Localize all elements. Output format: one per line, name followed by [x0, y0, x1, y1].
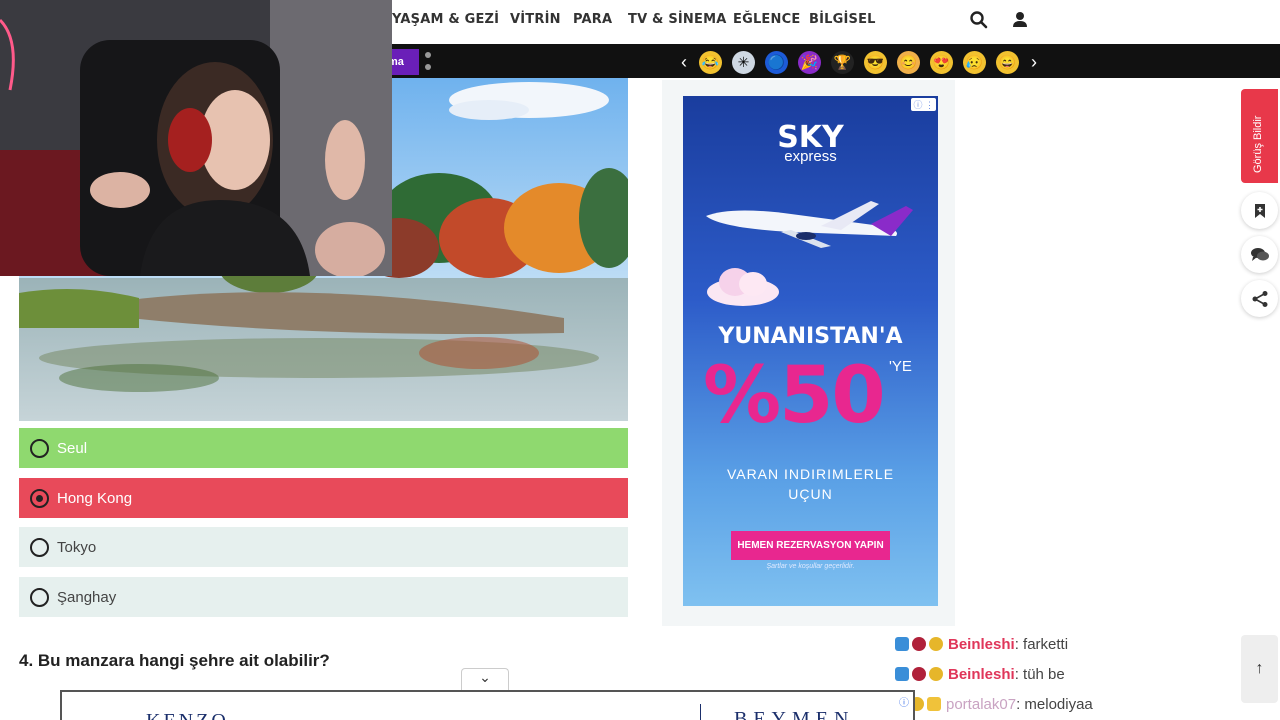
answer-option[interactable]: Tokyo [19, 527, 628, 567]
ad-terms: Şartlar ve koşullar geçerlidir. [766, 563, 855, 570]
feedback-label: Görüş Bildir [1252, 115, 1264, 173]
chat-badge-icon [929, 667, 943, 681]
ad-headline: YUNANISTAN'A [718, 324, 903, 349]
reaction-icon[interactable]: 😎 [864, 50, 887, 74]
answer-option[interactable]: Seul [19, 428, 628, 468]
chat-message: portalak07 : melodiyaa [910, 694, 1093, 714]
airplane-icon [706, 201, 913, 248]
ad-suffix: 'YE [889, 358, 912, 375]
bookmark-button[interactable] [1241, 192, 1278, 229]
answer-label: Tokyo [57, 538, 97, 556]
feedback-button[interactable]: Görüş Bildir [1241, 89, 1278, 183]
reaction-icon[interactable]: ✳ [732, 50, 755, 74]
share-icon [1252, 290, 1267, 307]
reaction-strip: ‹ 😂 ✳ 🔵 🎉 🏆 😎 😊 😍 😥 😄 › [674, 48, 1044, 76]
answer-label: Seul [57, 439, 88, 457]
ad-brand-sub: express [784, 148, 837, 165]
user-icon[interactable] [1010, 10, 1030, 30]
radio-icon [30, 587, 49, 607]
chat-badge-icon [929, 637, 943, 651]
chat-badge-icon [895, 637, 909, 651]
reaction-icon[interactable]: 😍 [930, 50, 953, 74]
share-button[interactable] [1241, 280, 1278, 317]
chevron-left-icon[interactable]: ‹ [674, 52, 694, 73]
radio-icon [30, 438, 49, 458]
ad-brand-right: BEYMEN [734, 708, 855, 720]
ad-info-icon[interactable]: ⓘ ⋮ [911, 98, 936, 111]
reaction-icon[interactable]: 😊 [897, 50, 920, 74]
answer-option[interactable]: Hong Kong [19, 478, 628, 518]
chevron-down-icon: ⌄ [479, 669, 491, 685]
category-tag[interactable]: ma [392, 49, 419, 75]
ad-brand-left: KENZO [146, 710, 229, 720]
ad-line2: UÇUN [788, 486, 833, 502]
question-title: 4. Bu manzara hangi şehre ait olabilir? [19, 651, 330, 670]
nav-item-bilgisel[interactable]: BİLGİSEL [809, 12, 876, 27]
answer-label: Şanghay [57, 588, 117, 606]
chat-text: : melodiyaa [1016, 695, 1093, 713]
ad-divider [700, 704, 701, 720]
reaction-icon[interactable]: 🏆 [831, 50, 854, 74]
ad-info-icon[interactable]: ⓘ [899, 694, 909, 709]
cloud-icon [707, 268, 779, 306]
chat-message: Beinleshi : farketti [895, 634, 1068, 654]
bookmark-icon [1254, 203, 1265, 218]
chat-badge-icon [927, 697, 941, 711]
reaction-icon[interactable]: 🔵 [765, 50, 788, 74]
chat-badge-icon [895, 667, 909, 681]
collapse-ad-button[interactable]: ⌄ [461, 668, 509, 690]
bottom-banner-ad[interactable]: KENZO BEYMEN ⓘ [60, 690, 915, 720]
chat-text: : tüh be [1014, 665, 1065, 683]
ad-percent: %50 [703, 351, 886, 441]
chat-username: Beinleshi [948, 665, 1015, 683]
radio-selected-icon [30, 488, 49, 508]
nav-item-vitrin[interactable]: VİTRİN [510, 12, 561, 27]
arrow-up-icon: ↑ [1255, 660, 1264, 677]
radio-icon [30, 537, 49, 557]
reaction-icon[interactable]: 😂 [699, 50, 722, 74]
ad-line1: VARAN INDIRIMLERLE [726, 466, 895, 482]
answer-label: Hong Kong [57, 489, 133, 507]
nav-item-yasam-gezi[interactable]: YAŞAM & GEZİ [392, 12, 499, 27]
chat-username: Beinleshi [948, 635, 1015, 653]
comments-icon [1250, 247, 1269, 261]
reaction-icon[interactable]: 😥 [963, 50, 986, 74]
scroll-top-button[interactable]: ↑ [1241, 635, 1278, 703]
nav-item-tv-sinema[interactable]: TV & SİNEMA [628, 12, 726, 27]
chat-badge-icon [912, 637, 926, 651]
reaction-icon[interactable]: 😄 [996, 50, 1019, 74]
nav-item-eglence[interactable]: EĞLENCE [733, 12, 800, 27]
answer-option[interactable]: Şanghay [19, 577, 628, 617]
webcam-overlay [0, 0, 392, 276]
chat-message: Beinleshi : tüh be [895, 664, 1065, 684]
reaction-icon[interactable]: 🎉 [798, 50, 821, 74]
chat-text: : farketti [1014, 635, 1069, 653]
search-icon[interactable] [969, 10, 989, 30]
ad-cta-button[interactable]: HEMEN REZERVASYON YAPIN [731, 531, 890, 560]
chat-badge-icon [912, 667, 926, 681]
chevron-right-icon[interactable]: › [1024, 52, 1044, 73]
chat-username: portalak07 [946, 695, 1017, 713]
nav-item-para[interactable]: PARA [573, 12, 612, 27]
more-dots-icon[interactable] [425, 52, 433, 74]
comments-button[interactable] [1241, 236, 1278, 273]
sky-express-ad[interactable]: ⓘ ⋮ SKY express YUNANISTAN'A %50 'YE VAR… [683, 96, 938, 606]
